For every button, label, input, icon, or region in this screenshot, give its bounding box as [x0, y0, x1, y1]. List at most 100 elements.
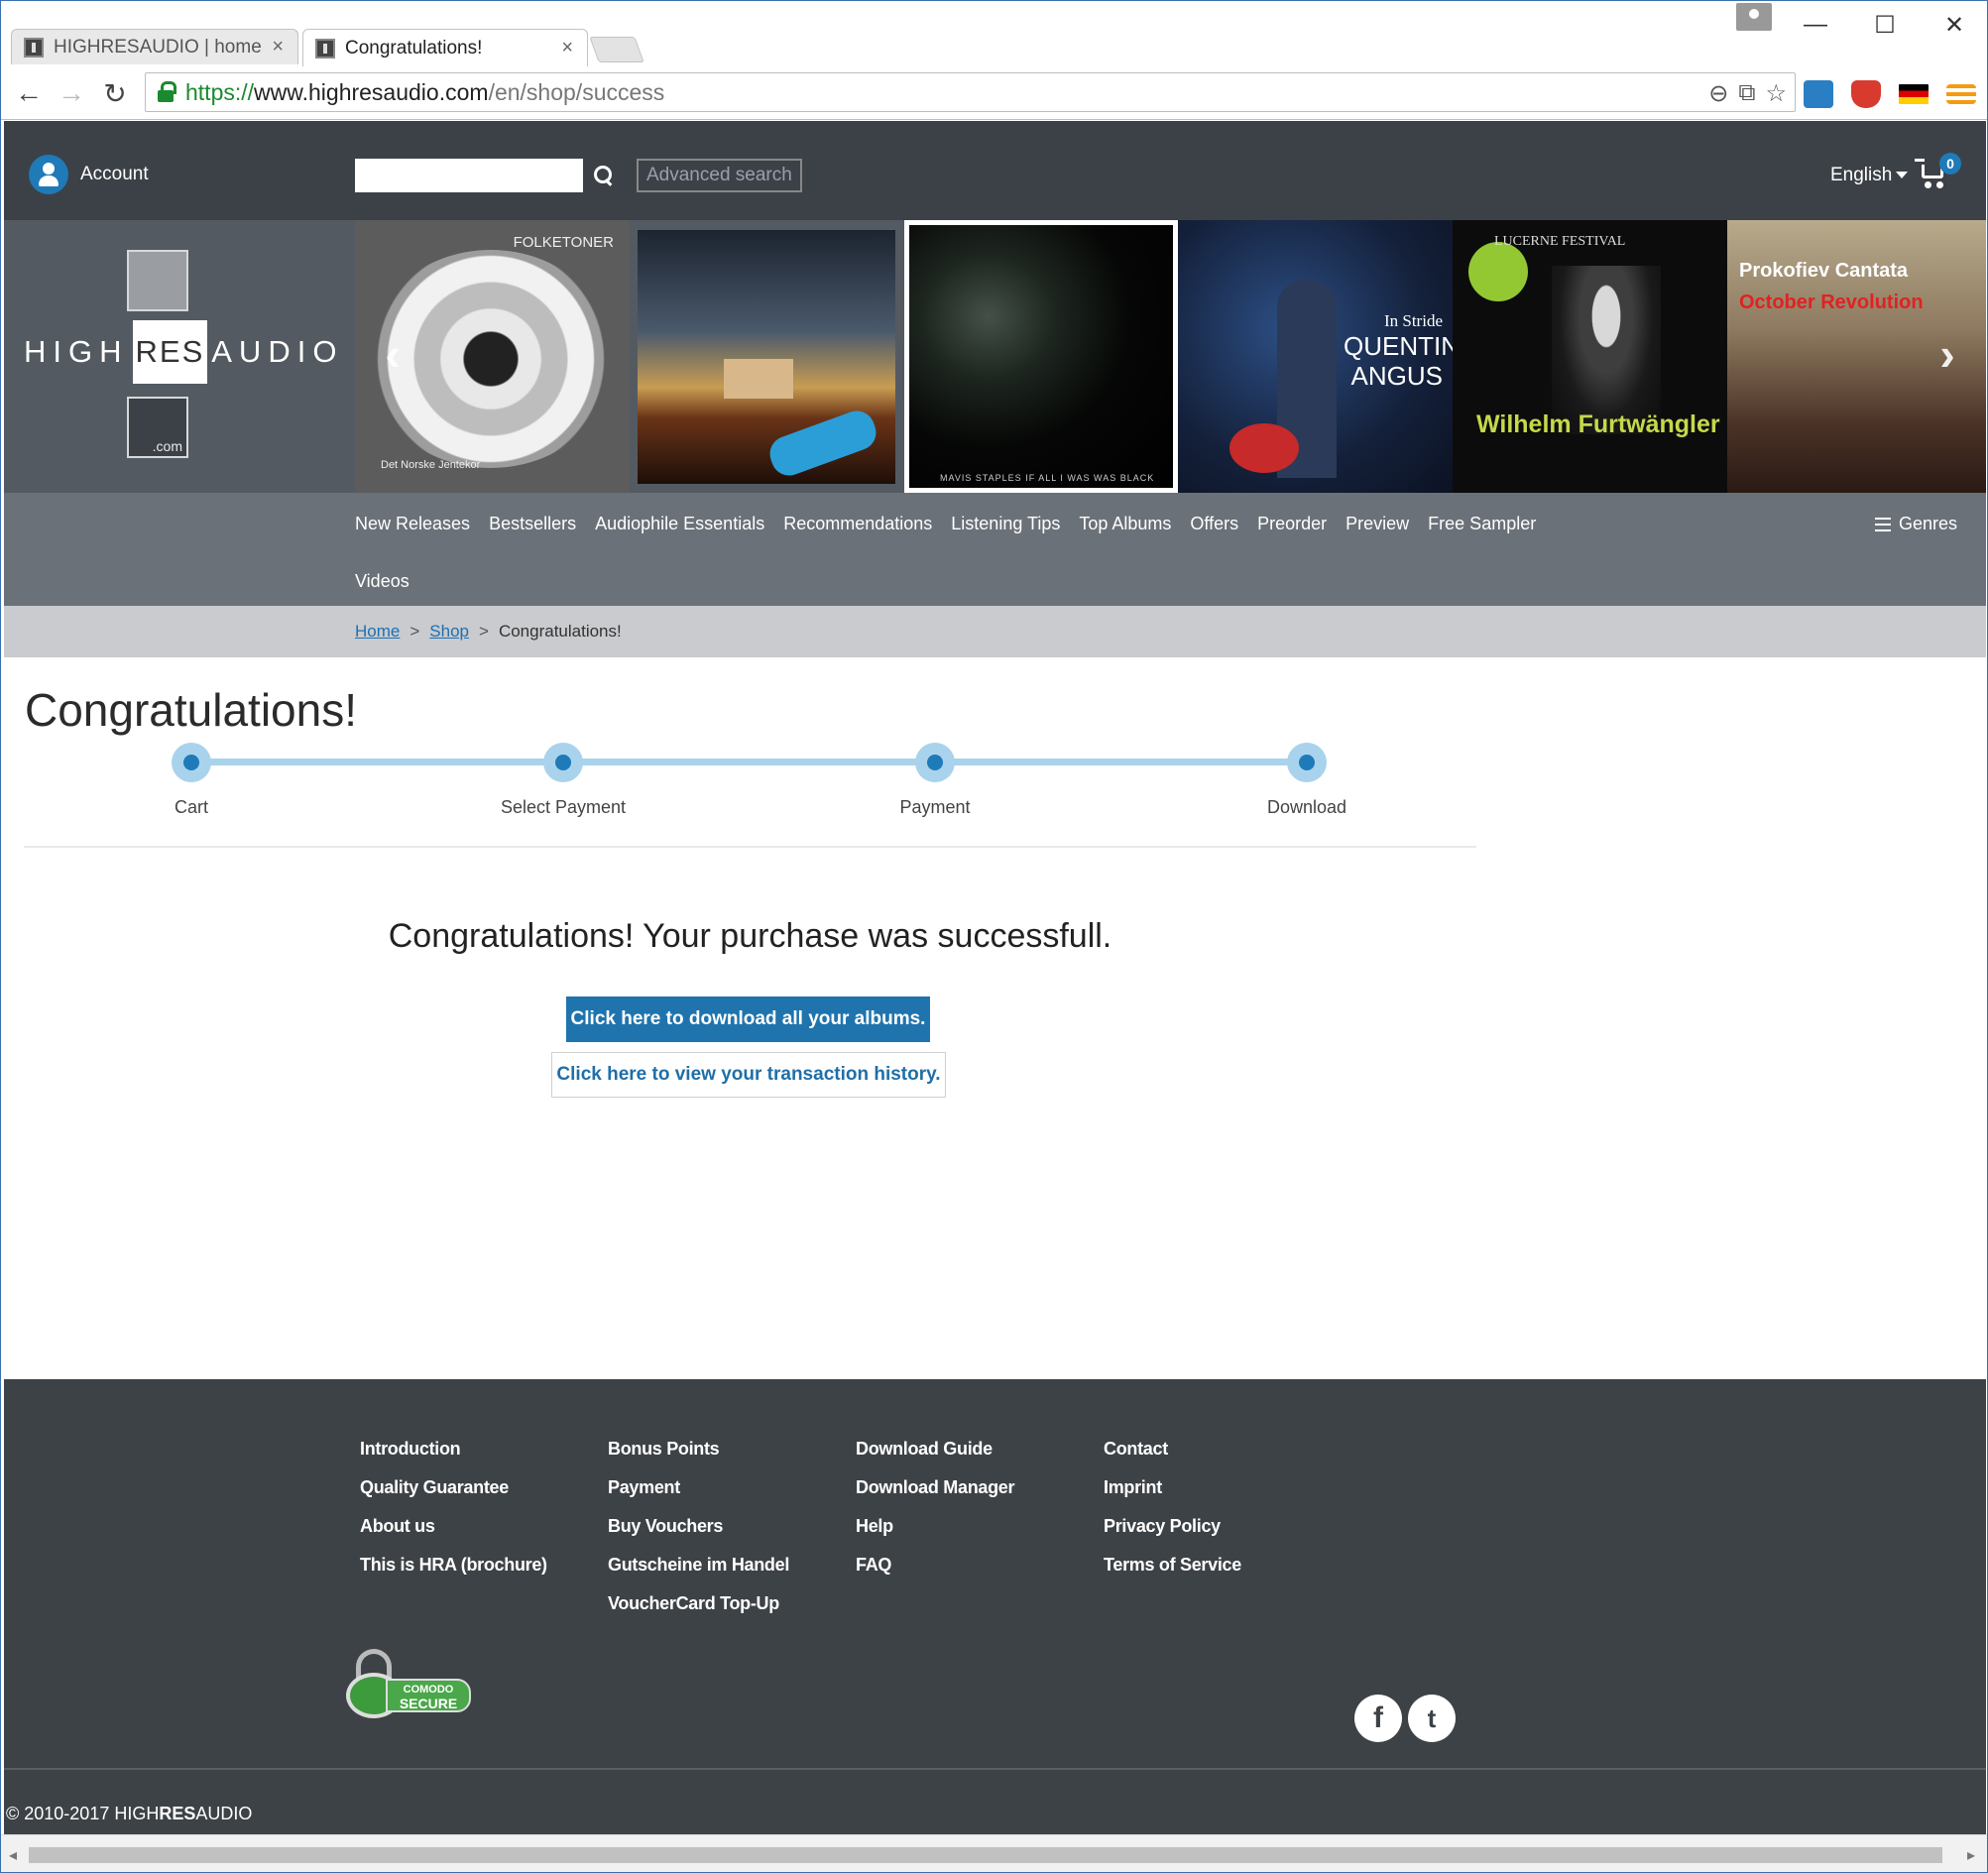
tab-congratulations[interactable]: Congratulations! ×: [302, 29, 588, 66]
album-cover[interactable]: [630, 220, 904, 493]
footer-link[interactable]: Introduction: [360, 1439, 547, 1460]
extension-shield-icon[interactable]: [1851, 80, 1881, 108]
title-bar: HIGHRESAUDIO | home of × Congratulations…: [1, 1, 1987, 66]
album-art-detail: [1229, 423, 1299, 473]
album-cover[interactable]: In Stride QUENTIN ANGUS: [1178, 220, 1453, 493]
site-logo[interactable]: HIGH RES AUDIO .com: [24, 250, 341, 458]
step-label: Select Payment: [500, 797, 627, 817]
copyright-suffix: AUDIO: [195, 1804, 253, 1823]
nav-free-sampler[interactable]: Free Sampler: [1428, 497, 1536, 551]
footer-link[interactable]: FAQ: [856, 1555, 1014, 1576]
back-icon[interactable]: ←: [13, 77, 45, 108]
logo-wordmark: HIGH RES AUDIO: [24, 319, 341, 385]
footer-link[interactable]: Download Guide: [856, 1439, 1014, 1460]
logo-high: HIGH: [24, 334, 129, 369]
footer-link[interactable]: Download Manager: [856, 1477, 1015, 1498]
search-input[interactable]: [355, 159, 583, 192]
comodo-secure-badge[interactable]: COMODO SECURE: [346, 1649, 475, 1718]
footer-link[interactable]: Bonus Points: [608, 1439, 789, 1460]
breadcrumb-home[interactable]: Home: [355, 622, 400, 642]
profile-icon[interactable]: [1736, 3, 1772, 31]
footer-link[interactable]: This is HRA (brochure): [360, 1555, 547, 1576]
download-all-button[interactable]: Click here to download all your albums.: [566, 996, 930, 1042]
horizontal-scrollbar[interactable]: ◂ ▸: [1, 1834, 1987, 1872]
maximize-button[interactable]: ☐: [1850, 5, 1920, 45]
footer-link[interactable]: Buy Vouchers: [608, 1516, 789, 1537]
copyright-prefix: © 2010-2017 HIGH: [6, 1804, 160, 1823]
footer-link[interactable]: Gutscheine im Handel: [608, 1555, 789, 1576]
footer-column-legal: Contact Imprint Privacy Policy Terms of …: [1104, 1439, 1241, 1576]
logo-square: [127, 250, 188, 311]
close-window-button[interactable]: ✕: [1920, 5, 1987, 45]
footer-link[interactable]: Quality Guarantee: [360, 1477, 547, 1498]
footer-link[interactable]: About us: [360, 1516, 547, 1537]
genres-menu[interactable]: Genres: [1875, 514, 1957, 534]
twitter-icon[interactable]: t: [1408, 1695, 1456, 1742]
site-header: Account Advanced search English 0: [4, 121, 1986, 220]
carousel-prev-icon[interactable]: ‹: [371, 328, 414, 380]
footer-link[interactable]: Contact: [1104, 1439, 1241, 1460]
new-tab-button[interactable]: [589, 37, 644, 62]
forward-icon[interactable]: →: [56, 77, 87, 108]
badge-text: SECURE: [399, 1696, 458, 1711]
bookmark-star-icon[interactable]: ☆: [1765, 79, 1787, 108]
footer-link[interactable]: Privacy Policy: [1104, 1516, 1241, 1537]
footer-link[interactable]: Payment: [608, 1477, 789, 1498]
browser-window: HIGHRESAUDIO | home of × Congratulations…: [0, 0, 1988, 1873]
minimize-button[interactable]: —: [1781, 5, 1850, 45]
advanced-search-button[interactable]: Advanced search: [637, 159, 802, 192]
footer-link[interactable]: Help: [856, 1516, 1014, 1537]
breadcrumb-current: Congratulations!: [498, 622, 622, 641]
main-nav: New Releases Bestsellers Audiophile Esse…: [4, 493, 1986, 606]
album-art: [1552, 266, 1661, 434]
tab-close-icon[interactable]: ×: [561, 37, 573, 59]
browser-toolbar: ← → ↻ https://www.highresaudio.com/en/sh…: [1, 66, 1987, 120]
page-title: Congratulations!: [25, 684, 357, 736]
album-cover[interactable]: MAVIS STAPLES IF ALL I WAS WAS BLACK: [904, 220, 1178, 493]
menu-icon[interactable]: [1946, 84, 1976, 104]
footer-link[interactable]: VoucherCard Top-Up: [608, 1593, 789, 1614]
step-dot: [915, 743, 955, 782]
logo-square: .com: [127, 397, 188, 458]
album-cover[interactable]: LUCERNE FESTIVAL Wilhelm Furtwängler: [1453, 220, 1727, 493]
nav-offers[interactable]: Offers: [1190, 497, 1238, 551]
step-dot: [1287, 743, 1327, 782]
scroll-right-icon[interactable]: ▸: [1967, 1845, 1975, 1865]
album-title: Prokofiev Cantata: [1739, 260, 1909, 282]
tab-close-icon[interactable]: ×: [272, 36, 284, 59]
account-link[interactable]: Account: [29, 155, 149, 194]
zoom-icon[interactable]: ⊖: [1708, 79, 1728, 108]
carousel-next-icon[interactable]: ›: [1926, 328, 1969, 380]
footer-link[interactable]: Imprint: [1104, 1477, 1241, 1498]
search-button[interactable]: [587, 159, 621, 192]
footer-link[interactable]: Terms of Service: [1104, 1555, 1241, 1576]
nav-recommendations[interactable]: Recommendations: [783, 497, 932, 551]
nav-new-releases[interactable]: New Releases: [355, 497, 470, 551]
nav-listening-tips[interactable]: Listening Tips: [951, 497, 1060, 551]
nav-audiophile-essentials[interactable]: Audiophile Essentials: [595, 497, 764, 551]
cart-wheel: [1936, 181, 1943, 188]
breadcrumb-shop[interactable]: Shop: [429, 622, 469, 642]
extension-bird-icon[interactable]: [1804, 80, 1833, 108]
facebook-icon[interactable]: f: [1354, 1695, 1402, 1742]
nav-videos[interactable]: Videos: [355, 551, 1576, 609]
language-selector[interactable]: English: [1830, 165, 1909, 186]
scrollbar-thumb[interactable]: [29, 1847, 1942, 1863]
translate-icon[interactable]: ⧉: [1738, 79, 1755, 108]
tab-home[interactable]: HIGHRESAUDIO | home of ×: [11, 29, 298, 64]
cart-button[interactable]: 0: [1915, 153, 1961, 188]
step-select-payment: Select Payment: [454, 737, 672, 818]
badge-text: COMODO: [403, 1684, 454, 1696]
genres-label: Genres: [1899, 514, 1958, 533]
address-bar[interactable]: https://www.highresaudio.com/en/shop/suc…: [145, 72, 1796, 112]
transaction-history-button[interactable]: Click here to view your transaction hist…: [551, 1052, 946, 1098]
nav-top-albums[interactable]: Top Albums: [1079, 497, 1171, 551]
nav-preorder[interactable]: Preorder: [1257, 497, 1327, 551]
nav-bestsellers[interactable]: Bestsellers: [489, 497, 576, 551]
step-label: Download: [1266, 797, 1347, 817]
german-flag-icon[interactable]: [1899, 84, 1929, 104]
logo-res: RES: [132, 320, 208, 384]
reload-icon[interactable]: ↻: [99, 78, 131, 109]
scroll-left-icon[interactable]: ◂: [9, 1845, 17, 1865]
nav-preview[interactable]: Preview: [1345, 497, 1409, 551]
